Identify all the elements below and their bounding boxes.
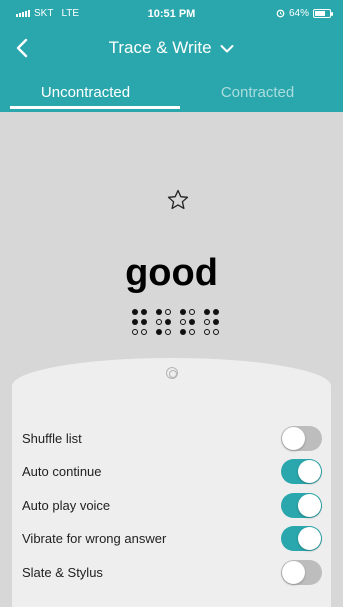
option-label: Shuffle list (22, 430, 82, 446)
navigation-bar: Trace & Write (0, 30, 343, 66)
battery-percent: 64% (288, 8, 309, 19)
star-icon[interactable] (166, 188, 190, 212)
auto-continue-toggle[interactable] (281, 458, 322, 484)
tab-bar: Uncontracted Contracted (0, 78, 343, 112)
option-slate-stylus: Slate & Stylus (22, 559, 322, 585)
option-label: Auto continue (22, 463, 102, 479)
auto-play-voice-toggle[interactable] (281, 492, 322, 518)
chevron-down-icon (220, 44, 234, 53)
braille-cells (132, 309, 232, 345)
shuffle-list-toggle[interactable] (281, 425, 322, 451)
practice-word: good (125, 252, 218, 294)
app-header: SKT LTE 10:51 PM 64% Trace & Write Uncon… (0, 0, 343, 112)
slate-stylus-toggle[interactable] (281, 559, 322, 585)
status-bar: SKT LTE 10:51 PM 64% (0, 0, 343, 26)
page-title: Trace & Write (108, 38, 212, 57)
active-tab-indicator (10, 106, 180, 109)
status-right: 64% (276, 8, 333, 19)
option-label: Vibrate for wrong answer (22, 530, 167, 546)
title-dropdown[interactable]: Trace & Write (0, 38, 343, 58)
option-shuffle-list: Shuffle list (22, 425, 322, 451)
option-label: Auto play voice (22, 497, 111, 513)
vibrate-wrong-toggle[interactable] (281, 525, 322, 551)
alarm-icon (276, 9, 285, 18)
battery-icon (313, 9, 333, 18)
sheet-handle-icon[interactable] (166, 367, 178, 379)
option-auto-continue: Auto continue (22, 458, 322, 484)
option-label: Slate & Stylus (22, 564, 103, 580)
option-vibrate-wrong: Vibrate for wrong answer (22, 525, 322, 551)
option-auto-play-voice: Auto play voice (22, 492, 322, 518)
tab-contracted[interactable]: Contracted (172, 78, 343, 112)
